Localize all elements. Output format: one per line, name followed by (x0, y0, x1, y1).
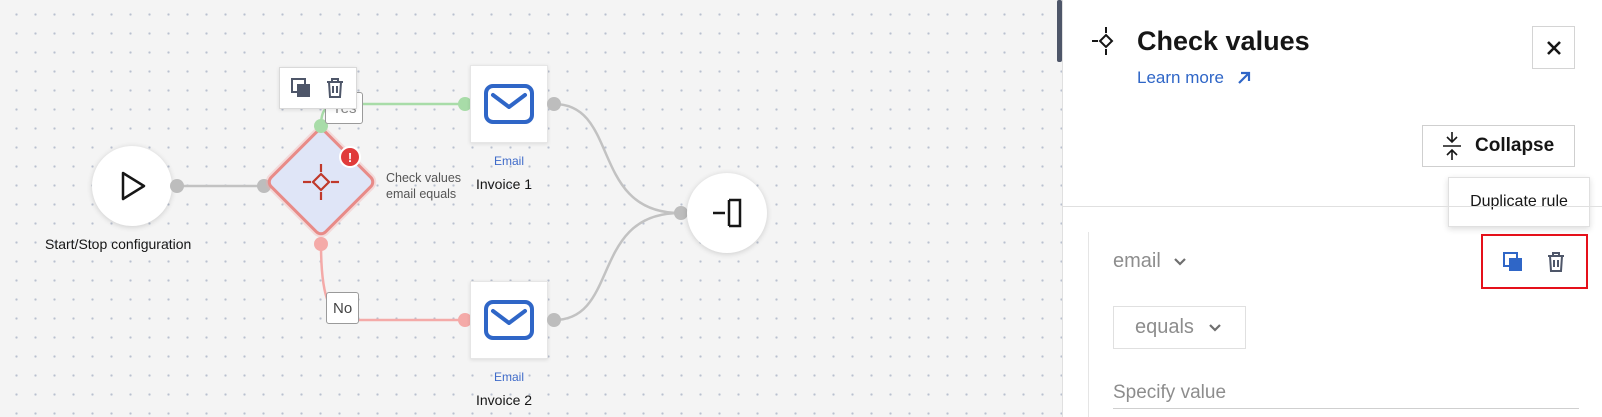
trash-icon (1548, 251, 1564, 272)
duplicate-rule-button[interactable] (1500, 249, 1526, 275)
condition-node-label: Check values email equals (386, 170, 461, 202)
delete-rule-button[interactable] (1543, 249, 1569, 275)
copy-icon (1503, 251, 1522, 271)
close-panel-button[interactable] (1532, 26, 1575, 69)
start-node-label: Start/Stop configuration (45, 236, 192, 252)
operator-value: equals (1135, 316, 1194, 338)
check-values-icon (303, 164, 339, 200)
close-icon (1546, 40, 1561, 55)
email1-name-label: Invoice 1 (476, 176, 533, 192)
learn-more-link[interactable]: Learn more (1137, 68, 1252, 88)
duplicate-node-button[interactable] (288, 75, 314, 101)
condition-label-line1: Check values (386, 171, 462, 185)
operator-dropdown[interactable]: equals (1113, 306, 1246, 349)
copy-icon (291, 78, 310, 97)
collapse-icon (1443, 132, 1461, 160)
delete-node-button[interactable] (322, 75, 348, 101)
collapse-button[interactable]: Collapse (1422, 125, 1575, 167)
play-icon (121, 171, 146, 201)
properties-panel: Check values Learn more Collapse Duplica… (1063, 0, 1602, 417)
section-divider (1063, 206, 1602, 207)
flow-canvas[interactable]: Start/Stop configuration ! Check values … (0, 0, 1063, 417)
condition-label-line2: email equals (386, 187, 457, 201)
wire-email2-to-end (553, 211, 681, 322)
email2-output-port[interactable] (547, 313, 561, 327)
learn-more-label: Learn more (1137, 68, 1224, 87)
field-value: email (1113, 250, 1161, 272)
chevron-down-icon (1174, 257, 1186, 266)
email1-output-port[interactable] (547, 97, 561, 111)
envelope-icon (484, 84, 534, 124)
error-badge: ! (339, 146, 361, 168)
email1-type-label: Email (493, 154, 524, 168)
email2-name-label: Invoice 2 (476, 392, 533, 408)
exit-icon (713, 198, 742, 228)
node-toolbar (279, 67, 357, 109)
envelope-icon (484, 300, 534, 340)
no-output-port[interactable] (314, 237, 328, 251)
panel-title: Check values (1137, 26, 1310, 56)
no-branch-tag: No (326, 292, 360, 324)
chevron-down-icon (1209, 323, 1221, 332)
rule-actions-highlight (1481, 234, 1588, 289)
value-input[interactable] (1113, 377, 1579, 409)
end-node[interactable] (687, 173, 767, 253)
condition-node[interactable] (262, 123, 380, 241)
wire-email1-to-end (553, 102, 681, 215)
start-node[interactable] (92, 146, 172, 226)
trash-icon (327, 78, 343, 98)
email-node-invoice-2[interactable] (470, 281, 548, 359)
arrow-up-right-icon (1238, 71, 1251, 84)
collapse-label: Collapse (1475, 135, 1555, 156)
rule-left-border (1088, 232, 1089, 417)
field-dropdown[interactable]: email (1113, 250, 1187, 273)
end-input-port[interactable] (674, 206, 688, 220)
email2-type-label: Email (493, 370, 524, 384)
start-output-port[interactable] (170, 179, 184, 193)
check-values-icon (1092, 27, 1114, 55)
duplicate-rule-tooltip: Duplicate rule (1448, 177, 1590, 227)
email-node-invoice-1[interactable] (470, 65, 548, 143)
